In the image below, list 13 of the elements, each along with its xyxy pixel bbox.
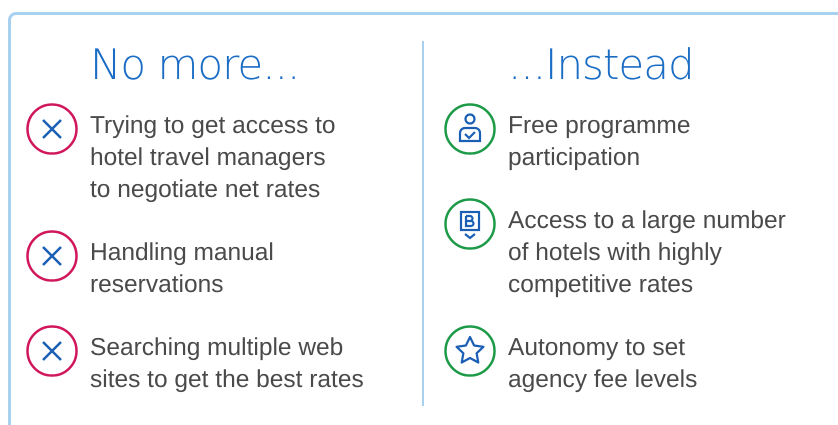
- letter-b-sign-icon: [444, 198, 496, 250]
- cross-icon: [26, 230, 78, 282]
- cross-icon: [26, 325, 78, 377]
- list-item-text: Handling manual reservations: [90, 238, 274, 300]
- person-check-icon: [444, 103, 496, 155]
- column-heading: ...Instead: [508, 39, 695, 91]
- cross-icon: [26, 103, 78, 155]
- list-item-text: Free programme participation: [508, 111, 690, 173]
- column-heading: No more...: [90, 39, 300, 91]
- list-item-text: Access to a large number of hotels with highly competitive rates: [508, 206, 786, 300]
- list-item-text: Trying to get access to hotel travel managers to negotiate net rates: [90, 111, 336, 205]
- list-item-text: Searching multiple web sites to get the best rates: [90, 333, 364, 395]
- list-item-text: Autonomy to set agency fee levels: [508, 333, 698, 395]
